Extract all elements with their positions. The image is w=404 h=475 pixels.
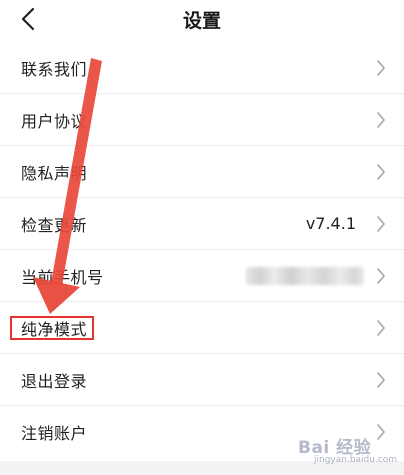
settings-item-contact-us[interactable]: 联系我们 [0, 42, 404, 94]
settings-item-check-update[interactable]: 检查更新 v7.4.1 [0, 198, 404, 250]
settings-screen: 设置 联系我们 用户协议 隐私声明 检查更新 v7.4.1 当前手机号 纯净模式 [0, 0, 404, 475]
version-value: v7.4.1 [305, 214, 356, 233]
chevron-right-icon [377, 215, 385, 232]
page-title: 设置 [182, 10, 221, 32]
blurred-phone-number [246, 266, 364, 285]
chevron-right-icon [377, 163, 385, 180]
settings-item-label: 隐私声明 [21, 163, 88, 183]
chevron-right-icon [377, 111, 385, 128]
settings-item-phone-number[interactable]: 当前手机号 [0, 250, 404, 302]
chevron-right-icon [377, 371, 385, 388]
top-bar: 设置 [0, 0, 404, 42]
watermark-sub: jingyan.baidu.com [314, 455, 398, 465]
settings-item-label: 当前手机号 [21, 267, 104, 287]
settings-item-label: 检查更新 [21, 215, 88, 235]
settings-item-label: 退出登录 [21, 371, 88, 391]
chevron-right-icon [377, 59, 385, 76]
settings-item-privacy[interactable]: 隐私声明 [0, 146, 404, 198]
settings-item-logout[interactable]: 退出登录 [0, 354, 404, 406]
settings-item-label: 注销账户 [21, 424, 88, 443]
settings-list: 联系我们 用户协议 隐私声明 检查更新 v7.4.1 当前手机号 纯净模式 退出… [0, 42, 404, 458]
settings-item-label: 用户协议 [21, 111, 88, 131]
settings-item-label: 联系我们 [21, 59, 88, 79]
highlight-box [10, 316, 94, 340]
chevron-right-icon [377, 267, 385, 284]
baidu-watermark: Bai 经验 jingyan.baidu.com [284, 431, 398, 471]
chevron-right-icon [377, 319, 385, 336]
settings-item-user-agreement[interactable]: 用户协议 [0, 94, 404, 146]
